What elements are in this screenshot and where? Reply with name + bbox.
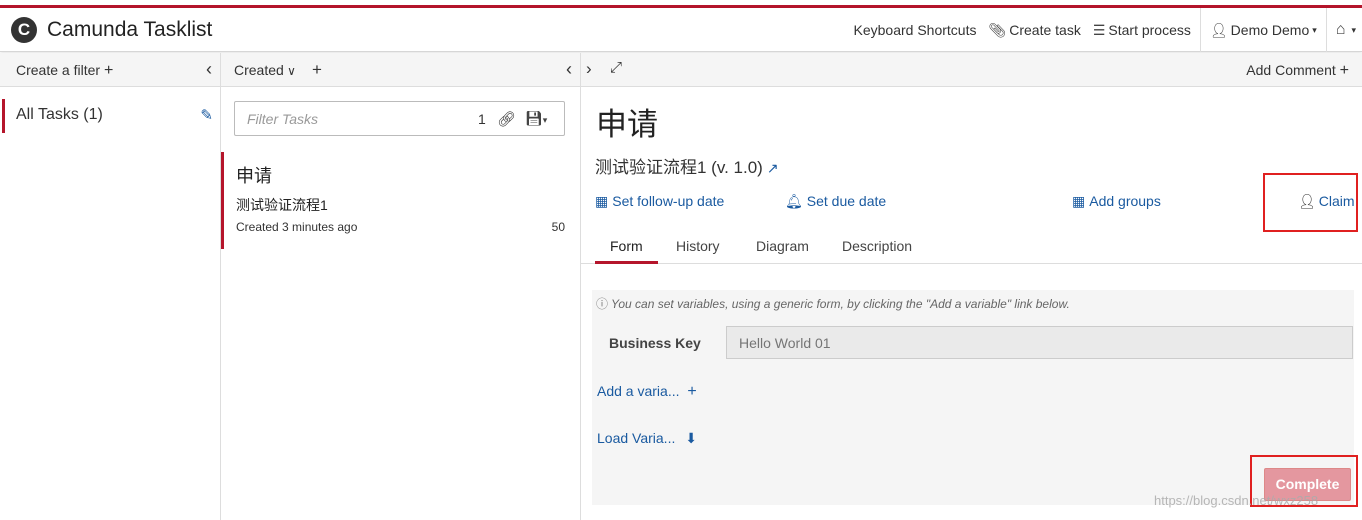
task-title: 申请 — [596, 107, 658, 142]
paperclip-icon: 📎︎ — [988, 21, 1007, 38]
chevron-down-icon: ∨ — [283, 64, 296, 78]
plus-icon: + — [103, 62, 114, 79]
generic-form: ⓘ You can set variables, using a generic … — [592, 290, 1354, 505]
home-menu[interactable]: ⌂ ▾ — [1330, 8, 1362, 52]
filters-header: Create a filter + ‹ — [0, 53, 220, 87]
chevron-down-icon: ▾ — [1312, 24, 1317, 35]
business-key-label: Business Key — [609, 335, 701, 351]
task-detail-header: › ⤢ Add Comment + — [581, 53, 1362, 87]
top-accent — [0, 0, 1362, 8]
load-variables-link[interactable]: Load Varia... ⬇︎ — [597, 430, 697, 447]
start-process-link[interactable]: ☰ Start process — [1087, 8, 1197, 52]
expand-right-icon[interactable]: › — [586, 59, 592, 79]
app-title[interactable]: Camunda Tasklist — [47, 18, 212, 42]
bell-icon: 🔔︎ — [785, 193, 803, 209]
add-comment-button[interactable]: Add Comment + — [1246, 62, 1349, 80]
pencil-icon[interactable]: ✎ — [200, 106, 213, 124]
tab-diagram[interactable]: Diagram — [756, 238, 809, 254]
collapse-left-icon[interactable]: ‹ — [566, 59, 572, 80]
list-icon: ☰ — [1092, 21, 1106, 38]
home-icon: ⌂ — [1335, 21, 1346, 38]
plus-icon: + — [687, 383, 697, 400]
filters-column: Create a filter + ‹ All Tasks (1) ✎ — [0, 53, 221, 520]
set-due-date-button[interactable]: 🔔︎ Set due date — [785, 193, 886, 210]
create-task-link[interactable]: 📎︎ Create task — [982, 8, 1086, 52]
process-name: 测试验证流程1 (v. 1.0) ↗ — [595, 158, 779, 177]
task-list-column: Created ∨ + ‹ Filter Tasks 1 🔗︎ 💾︎▾ 申请 测… — [221, 53, 581, 520]
add-variable-link[interactable]: Add a varia... + — [597, 383, 697, 401]
user-menu[interactable]: 👤︎ Demo Demo ▾ — [1204, 8, 1323, 52]
task-card[interactable]: 申请 测试验证流程1 Created 3 minutes ago 50 — [221, 152, 580, 249]
sort-dropdown[interactable]: Created ∨ — [234, 62, 296, 78]
create-filter-button[interactable]: Create a filter + — [16, 62, 113, 80]
info-icon: ⓘ — [596, 297, 609, 311]
save-icon[interactable]: 💾︎▾ — [525, 110, 547, 127]
collapse-left-icon[interactable]: ‹ — [206, 59, 212, 80]
tab-description[interactable]: Description — [842, 238, 912, 254]
user-icon: 👤︎ — [1298, 193, 1316, 209]
business-key-input[interactable] — [726, 326, 1353, 359]
navbar: C Camunda Tasklist Keyboard Shortcuts 📎︎… — [0, 8, 1362, 52]
active-tab-indicator — [595, 261, 658, 264]
tab-history[interactable]: History — [676, 238, 720, 254]
task-list-header: Created ∨ + ‹ — [221, 53, 580, 87]
add-sort-button[interactable]: + — [312, 60, 322, 80]
detail-tabs: Form History Diagram Description — [581, 229, 1362, 264]
task-name: 申请 — [236, 166, 272, 186]
watermark: https://blog.csdn.net/wxz258 — [1154, 493, 1319, 508]
task-process: 测试验证流程1 — [236, 197, 328, 213]
claim-button[interactable]: 👤︎ Claim — [1298, 193, 1355, 210]
maximize-icon[interactable]: ⤢ — [610, 59, 622, 76]
task-detail-column: › ⤢ Add Comment + 申请 测试验证流程1 (v. 1.0) ↗ ▦… — [581, 53, 1362, 520]
keyboard-shortcuts-link[interactable]: Keyboard Shortcuts — [848, 8, 983, 52]
link-icon[interactable]: 🔗︎ — [497, 110, 516, 128]
grid-icon: ▦ — [1072, 193, 1086, 209]
task-priority: 50 — [551, 220, 565, 234]
filter-item-all-tasks[interactable]: All Tasks (1) ✎ — [2, 99, 219, 133]
set-follow-up-date-button[interactable]: ▦ Set follow-up date — [595, 193, 724, 210]
calendar-icon: ▦ — [595, 193, 609, 209]
task-created: Created 3 minutes ago — [236, 220, 358, 234]
external-link-icon[interactable]: ↗ — [767, 160, 779, 176]
user-icon: 👤︎ — [1209, 21, 1228, 38]
tab-form[interactable]: Form — [610, 238, 643, 254]
plus-icon: + — [1339, 62, 1349, 79]
chevron-down-icon: ▾ — [1351, 24, 1356, 35]
filter-tasks-input[interactable]: Filter Tasks 1 🔗︎ 💾︎▾ — [234, 101, 565, 136]
task-count: 1 — [478, 111, 486, 127]
download-icon: ⬇︎ — [685, 430, 697, 446]
camunda-logo-icon[interactable]: C — [11, 17, 37, 43]
form-info: ⓘ You can set variables, using a generic … — [596, 297, 1070, 311]
add-groups-button[interactable]: ▦ Add groups — [1072, 193, 1161, 210]
